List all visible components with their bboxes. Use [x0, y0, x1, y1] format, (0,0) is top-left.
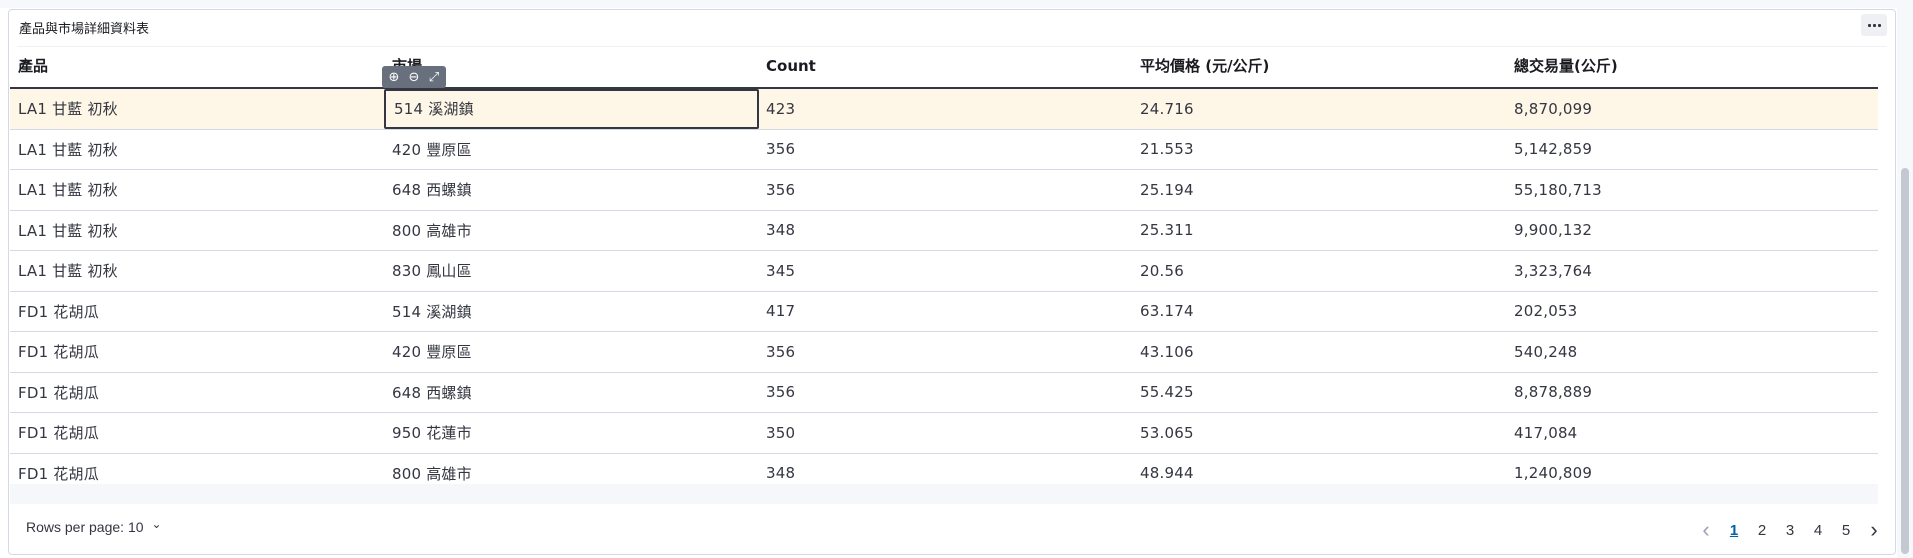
cell-market[interactable]: 648 西螺鎮 — [384, 373, 758, 413]
page-button-3[interactable]: 3 — [1783, 522, 1797, 539]
cell-avg-price[interactable]: 25.194 — [1132, 170, 1506, 210]
cell-market[interactable]: 514 溪湖鎮 — [384, 89, 759, 129]
table-header: 產品 市場 Count 平均價格 (元/公斤) 總交易量(公斤) — [10, 45, 1878, 89]
next-page-button[interactable]: › — [1867, 517, 1881, 543]
rows-per-page-button[interactable]: Rows per page: 10 ⌄ — [26, 517, 162, 535]
cell-product[interactable]: LA1 甘藍 初秋 — [10, 211, 384, 251]
cell-total-volume[interactable]: 55,180,713 — [1506, 170, 1878, 210]
cell-count[interactable]: 345 — [758, 251, 1132, 291]
cell-count[interactable]: 350 — [758, 413, 1132, 453]
page-button-2[interactable]: 2 — [1755, 522, 1769, 539]
dashboard-top-gap — [0, 0, 1913, 8]
cell-product[interactable]: FD1 花胡瓜 — [10, 292, 384, 332]
cell-total-volume[interactable]: 417,084 — [1506, 413, 1878, 453]
ellipsis-icon — [1867, 23, 1871, 27]
cell-product[interactable]: LA1 甘藍 初秋 — [10, 251, 384, 291]
cell-count[interactable]: 348 — [758, 211, 1132, 251]
table-row: LA1 甘藍 初秋 830 鳳山區 345 20.56 3,323,764 — [10, 251, 1878, 292]
zoom-in-icon[interactable]: ⊕ — [386, 69, 402, 85]
data-table: 產品 市場 Count 平均價格 (元/公斤) 總交易量(公斤) LA1 甘藍 … — [10, 45, 1878, 494]
cell-product[interactable]: LA1 甘藍 初秋 — [10, 130, 384, 170]
column-header-product[interactable]: 產品 — [10, 45, 384, 87]
cell-count[interactable]: 417 — [758, 292, 1132, 332]
panel-options-button[interactable] — [1861, 14, 1887, 36]
column-header-avg-price[interactable]: 平均價格 (元/公斤) — [1132, 45, 1506, 87]
cell-product[interactable]: LA1 甘藍 初秋 — [10, 89, 384, 129]
chevron-down-icon: ⌄ — [151, 517, 162, 531]
cell-market[interactable]: 950 花蓮市 — [384, 413, 758, 453]
table-row: FD1 花胡瓜 648 西螺鎮 356 55.425 8,878,889 — [10, 373, 1878, 413]
cell-product[interactable]: FD1 花胡瓜 — [10, 332, 384, 372]
column-header-total-volume[interactable]: 總交易量(公斤) — [1506, 45, 1878, 87]
cell-total-volume[interactable]: 9,900,132 — [1506, 211, 1878, 251]
pagination: ‹ 1 2 3 4 5 › — [1699, 517, 1881, 543]
prev-page-button[interactable]: ‹ — [1699, 517, 1713, 543]
cell-total-volume[interactable]: 202,053 — [1506, 292, 1878, 332]
cell-count[interactable]: 356 — [758, 332, 1132, 372]
cell-product[interactable]: FD1 花胡瓜 — [10, 373, 384, 413]
page-button-1[interactable]: 1 — [1727, 522, 1741, 539]
cell-total-volume[interactable]: 8,870,099 — [1506, 89, 1878, 129]
column-header-count[interactable]: Count — [758, 45, 1132, 87]
table-row: LA1 甘藍 初秋 800 高雄市 348 25.311 9,900,132 — [10, 211, 1878, 251]
expand-icon[interactable]: ⤢ — [426, 69, 442, 85]
cell-avg-price[interactable]: 25.311 — [1132, 211, 1506, 251]
table-row: LA1 甘藍 初秋 514 溪湖鎮 423 24.716 8,870,099 — [10, 89, 1878, 130]
page-button-5[interactable]: 5 — [1839, 522, 1853, 539]
cell-avg-price[interactable]: 24.716 — [1132, 89, 1506, 129]
cell-market[interactable]: 514 溪湖鎮 — [384, 292, 758, 332]
cell-avg-price[interactable]: 43.106 — [1132, 332, 1506, 372]
table-footer-spacer — [10, 484, 1878, 504]
cell-total-volume[interactable]: 8,878,889 — [1506, 373, 1878, 413]
cell-avg-price[interactable]: 20.56 — [1132, 251, 1506, 291]
cell-avg-price[interactable]: 55.425 — [1132, 373, 1506, 413]
table-row: FD1 花胡瓜 514 溪湖鎮 417 63.174 202,053 — [10, 292, 1878, 332]
cell-avg-price[interactable]: 21.553 — [1132, 130, 1506, 170]
table-row: FD1 花胡瓜 950 花蓮市 350 53.065 417,084 — [10, 413, 1878, 454]
panel-title: 產品與市場詳細資料表 — [19, 22, 150, 37]
zoom-out-icon[interactable]: ⊖ — [406, 69, 422, 85]
cell-product[interactable]: LA1 甘藍 初秋 — [10, 170, 384, 210]
page-button-4[interactable]: 4 — [1811, 522, 1825, 539]
cell-total-volume[interactable]: 5,142,859 — [1506, 130, 1878, 170]
page-scrollbar[interactable] — [1901, 168, 1909, 554]
cell-total-volume[interactable]: 3,323,764 — [1506, 251, 1878, 291]
cell-avg-price[interactable]: 53.065 — [1132, 413, 1506, 453]
table-body: LA1 甘藍 初秋 514 溪湖鎮 423 24.716 8,870,099 LA1 甘藍… — [10, 89, 1878, 494]
cell-count[interactable]: 423 — [758, 89, 1132, 129]
table-row: LA1 甘藍 初秋 648 西螺鎮 356 25.194 55,180,713 — [10, 170, 1878, 211]
cell-count[interactable]: 356 — [758, 130, 1132, 170]
cell-market[interactable]: 800 高雄市 — [384, 211, 758, 251]
cell-market[interactable]: 830 鳳山區 — [384, 251, 758, 291]
rows-per-page-label: Rows per page: 10 — [26, 519, 144, 535]
table-row: FD1 花胡瓜 420 豐原區 356 43.106 540,248 — [10, 332, 1878, 373]
cell-count[interactable]: 356 — [758, 170, 1132, 210]
table-row: LA1 甘藍 初秋 420 豐原區 356 21.553 5,142,859 — [10, 130, 1878, 170]
cell-avg-price[interactable]: 63.174 — [1132, 292, 1506, 332]
cell-market[interactable]: 648 西螺鎮 — [384, 170, 758, 210]
cell-product[interactable]: FD1 花胡瓜 — [10, 413, 384, 453]
cell-market[interactable]: 420 豐原區 — [384, 130, 758, 170]
cell-market[interactable]: 420 豐原區 — [384, 332, 758, 372]
cell-total-volume[interactable]: 540,248 — [1506, 332, 1878, 372]
cell-actions-popover: ⊕ ⊖ ⤢ — [382, 66, 446, 88]
cell-count[interactable]: 356 — [758, 373, 1132, 413]
